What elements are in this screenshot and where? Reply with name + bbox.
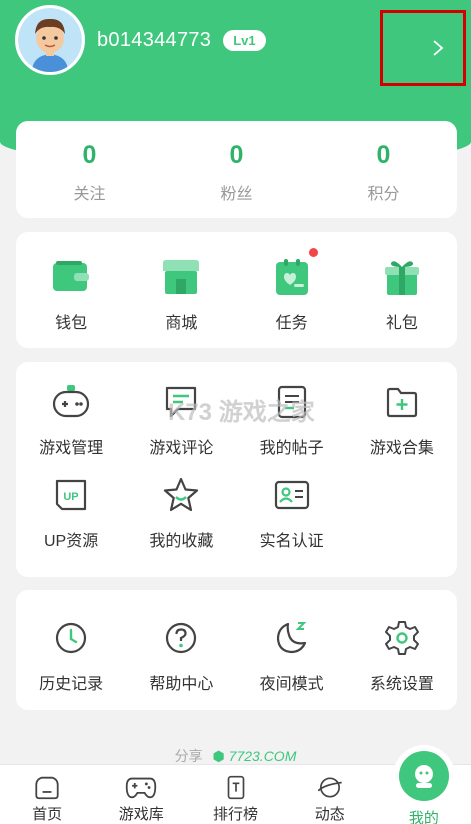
tab-ranking[interactable]: 排行榜: [188, 765, 282, 824]
tools-card: 游戏管理 游戏评论 我的帖子 游戏合集 UP UP资源 我的收藏 实名认证: [16, 362, 457, 577]
menu-item-wallet[interactable]: 钱包: [16, 232, 126, 348]
star-icon: [161, 475, 201, 515]
posts-icon: [272, 382, 312, 422]
stats-card: 0 关注 0 粉丝 0 积分: [16, 121, 457, 218]
clock-icon: [51, 618, 91, 658]
brand-label: ⬢ 7723.COM: [212, 748, 297, 764]
avatar[interactable]: [15, 5, 85, 75]
menu-item-real-name[interactable]: 实名认证: [237, 470, 347, 576]
stat-points[interactable]: 0 积分: [310, 121, 457, 218]
stat-value: 0: [82, 141, 97, 169]
stat-value: 0: [376, 141, 391, 169]
tab-label: 排行榜: [213, 806, 259, 823]
tab-label: 动态: [314, 806, 345, 823]
menu-item-label: 实名认证: [259, 532, 324, 550]
up-resource-icon: UP: [51, 475, 91, 515]
menu-item-label: 系统设置: [369, 676, 434, 693]
menu-item-label: 游戏合集: [369, 440, 434, 457]
settings-card: 历史记录 帮助中心 夜间模式 系统设置: [16, 590, 457, 710]
planet-icon: [317, 777, 342, 798]
brand-text: 7723.COM: [228, 748, 297, 764]
stat-label: 粉丝: [220, 186, 253, 203]
menu-item-my-posts[interactable]: 我的帖子: [237, 362, 347, 468]
gift-icon: [382, 257, 422, 297]
menu-item-gift[interactable]: 礼包: [347, 232, 457, 348]
home-icon: [35, 776, 59, 800]
profile-header[interactable]: b014344773 Lv1: [15, 4, 266, 76]
profile-arrow-button[interactable]: [380, 10, 466, 86]
stat-fans[interactable]: 0 粉丝: [163, 121, 310, 218]
menu-item-label: 夜间模式: [259, 676, 324, 693]
gamepad-icon: [126, 777, 157, 799]
menu-item-label: 我的收藏: [149, 532, 214, 550]
menu-item-game-review[interactable]: 游戏评论: [126, 362, 236, 468]
profile-icon: [398, 751, 449, 801]
menu-item-history[interactable]: 历史记录: [16, 590, 126, 710]
menu-item-label: 游戏评论: [149, 440, 214, 457]
tab-home[interactable]: 首页: [0, 765, 94, 824]
menu-item-store[interactable]: 商城: [126, 232, 236, 348]
task-icon: [272, 257, 312, 297]
tab-feed[interactable]: 动态: [283, 765, 377, 824]
menu-item-game-manage[interactable]: 游戏管理: [16, 362, 126, 468]
menu-item-favorites[interactable]: 我的收藏: [126, 470, 236, 576]
chevron-right-icon: [433, 40, 444, 56]
menu-item-label: 我的帖子: [259, 440, 324, 457]
bottom-tab-bar: 首页 游戏库 排行榜 动态 我的: [0, 745, 471, 824]
ranking-icon: [227, 775, 244, 800]
menu-item-night-mode[interactable]: 夜间模式: [237, 590, 347, 710]
menu-item-label: 礼包: [385, 315, 418, 332]
gamepad-icon: [51, 382, 91, 422]
menu-item-game-collection[interactable]: 游戏合集: [347, 362, 457, 468]
menu-item-task[interactable]: 任务: [237, 232, 347, 348]
notification-dot: [308, 248, 318, 257]
tab-label: 游戏库: [118, 806, 164, 823]
menu-item-label: 历史记录: [39, 676, 104, 693]
stat-label: 关注: [73, 186, 106, 203]
menu-item-label: 任务: [275, 315, 308, 332]
menu-item-up-resource[interactable]: UP UP资源: [16, 470, 126, 576]
stat-value: 0: [229, 141, 244, 169]
tab-mine[interactable]: 我的: [377, 745, 471, 824]
help-icon: [161, 618, 201, 658]
level-badge: Lv1: [223, 29, 266, 51]
menu-item-system-settings[interactable]: 系统设置: [347, 590, 457, 710]
tab-game-library[interactable]: 游戏库: [94, 765, 188, 824]
tab-mine-bubble: [392, 745, 455, 807]
moon-icon: [272, 618, 312, 658]
tab-label: 首页: [32, 806, 63, 823]
menu-item-label: 游戏管理: [39, 440, 104, 457]
comment-icon: [161, 382, 201, 422]
store-icon: [161, 257, 201, 297]
gear-icon: [382, 618, 422, 658]
wallet-card: 钱包 商城 任务 礼包: [16, 232, 457, 348]
menu-item-label: 帮助中心: [149, 676, 214, 693]
stat-following[interactable]: 0 关注: [16, 121, 163, 218]
menu-item-label: 钱包: [55, 315, 88, 332]
wallet-icon: [51, 257, 91, 297]
menu-item-label: 商城: [165, 315, 198, 332]
tab-label: 我的: [408, 810, 439, 824]
menu-item-help[interactable]: 帮助中心: [126, 590, 236, 710]
id-card-icon: [272, 475, 312, 515]
folder-plus-icon: [382, 382, 422, 422]
username: b014344773: [97, 28, 212, 51]
menu-item-label: UP资源: [44, 532, 99, 550]
stat-label: 积分: [367, 186, 400, 203]
svg-text:UP: UP: [63, 491, 78, 503]
share-label: 分享: [174, 748, 203, 764]
